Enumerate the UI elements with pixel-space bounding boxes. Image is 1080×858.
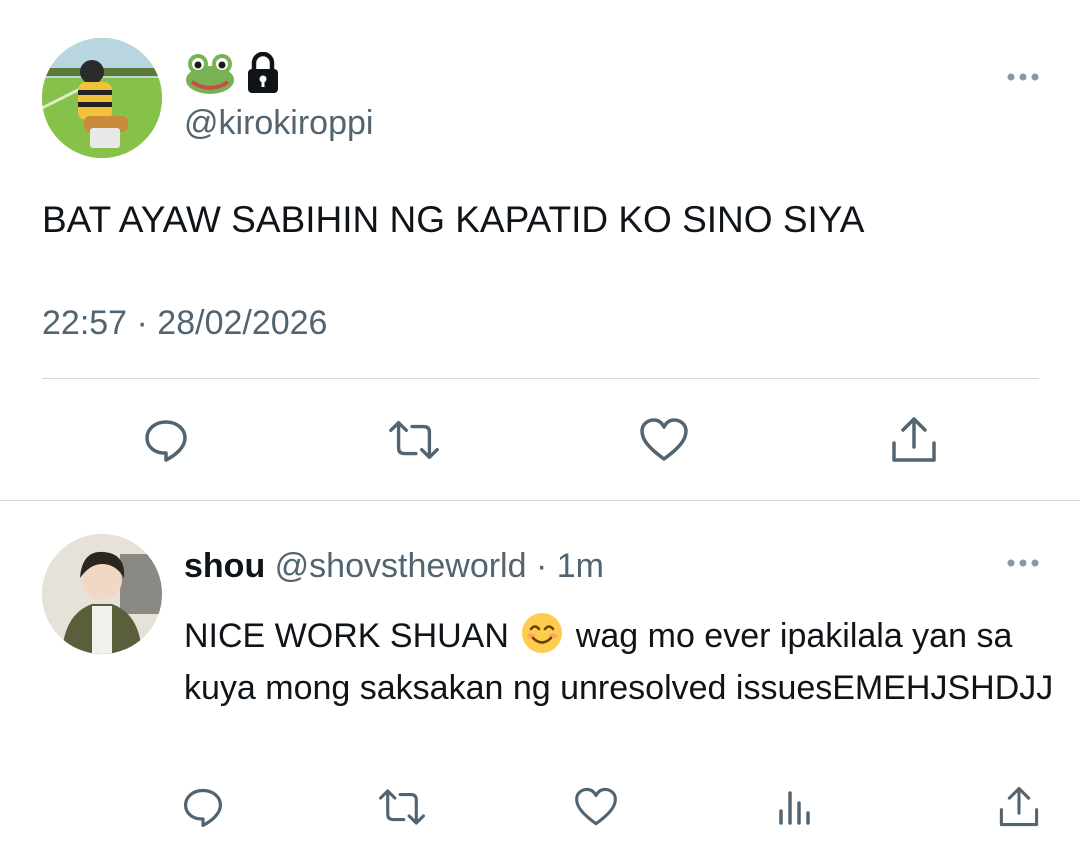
main-tweet-handle[interactable]: @kirokiroppi xyxy=(184,104,373,143)
more-options-icon[interactable] xyxy=(1005,556,1041,570)
like-icon xyxy=(640,418,688,461)
main-tweet-text: BAT AYAW SABIHIN NG KAPATID KO SINO SIYA xyxy=(42,199,865,240)
reply-icon xyxy=(183,788,223,827)
lock-icon xyxy=(248,52,278,93)
views-button[interactable] xyxy=(768,780,822,834)
divider xyxy=(42,378,1039,379)
reply-button[interactable] xyxy=(139,413,193,467)
share-icon xyxy=(999,786,1039,827)
retweet-button[interactable] xyxy=(387,413,441,467)
like-icon xyxy=(575,787,617,826)
retweet-icon xyxy=(379,789,425,825)
share-icon xyxy=(892,417,936,462)
like-button[interactable] xyxy=(569,780,623,834)
views-icon xyxy=(779,791,810,825)
smiling-face-emoji xyxy=(522,613,563,653)
reply-button[interactable] xyxy=(176,780,230,834)
frog-emoji xyxy=(186,54,234,94)
reply-icon xyxy=(145,420,187,462)
avatar-image xyxy=(42,534,162,654)
avatar[interactable] xyxy=(42,534,162,654)
reply-text: NICE WORK SHUAN wag mo ever ipakilala ya… xyxy=(184,610,1064,714)
divider xyxy=(0,500,1080,501)
more-options-icon[interactable] xyxy=(1005,70,1041,84)
reply-handle-time[interactable]: @shovstheworld · 1m xyxy=(275,547,604,585)
like-button[interactable] xyxy=(637,413,691,467)
retweet-button[interactable] xyxy=(375,780,429,834)
avatar-image xyxy=(42,38,162,158)
share-button[interactable] xyxy=(992,780,1046,834)
reply-display-name[interactable]: shou xyxy=(184,547,265,585)
reply-text-part: NICE WORK SHUAN xyxy=(184,617,519,655)
retweet-icon xyxy=(389,420,439,460)
main-tweet-timestamp[interactable]: 22:57 · 28/02/2026 xyxy=(42,304,327,343)
avatar[interactable] xyxy=(42,38,162,158)
reply-header: shou @shovstheworld · 1m xyxy=(184,546,604,586)
share-button[interactable] xyxy=(887,413,941,467)
